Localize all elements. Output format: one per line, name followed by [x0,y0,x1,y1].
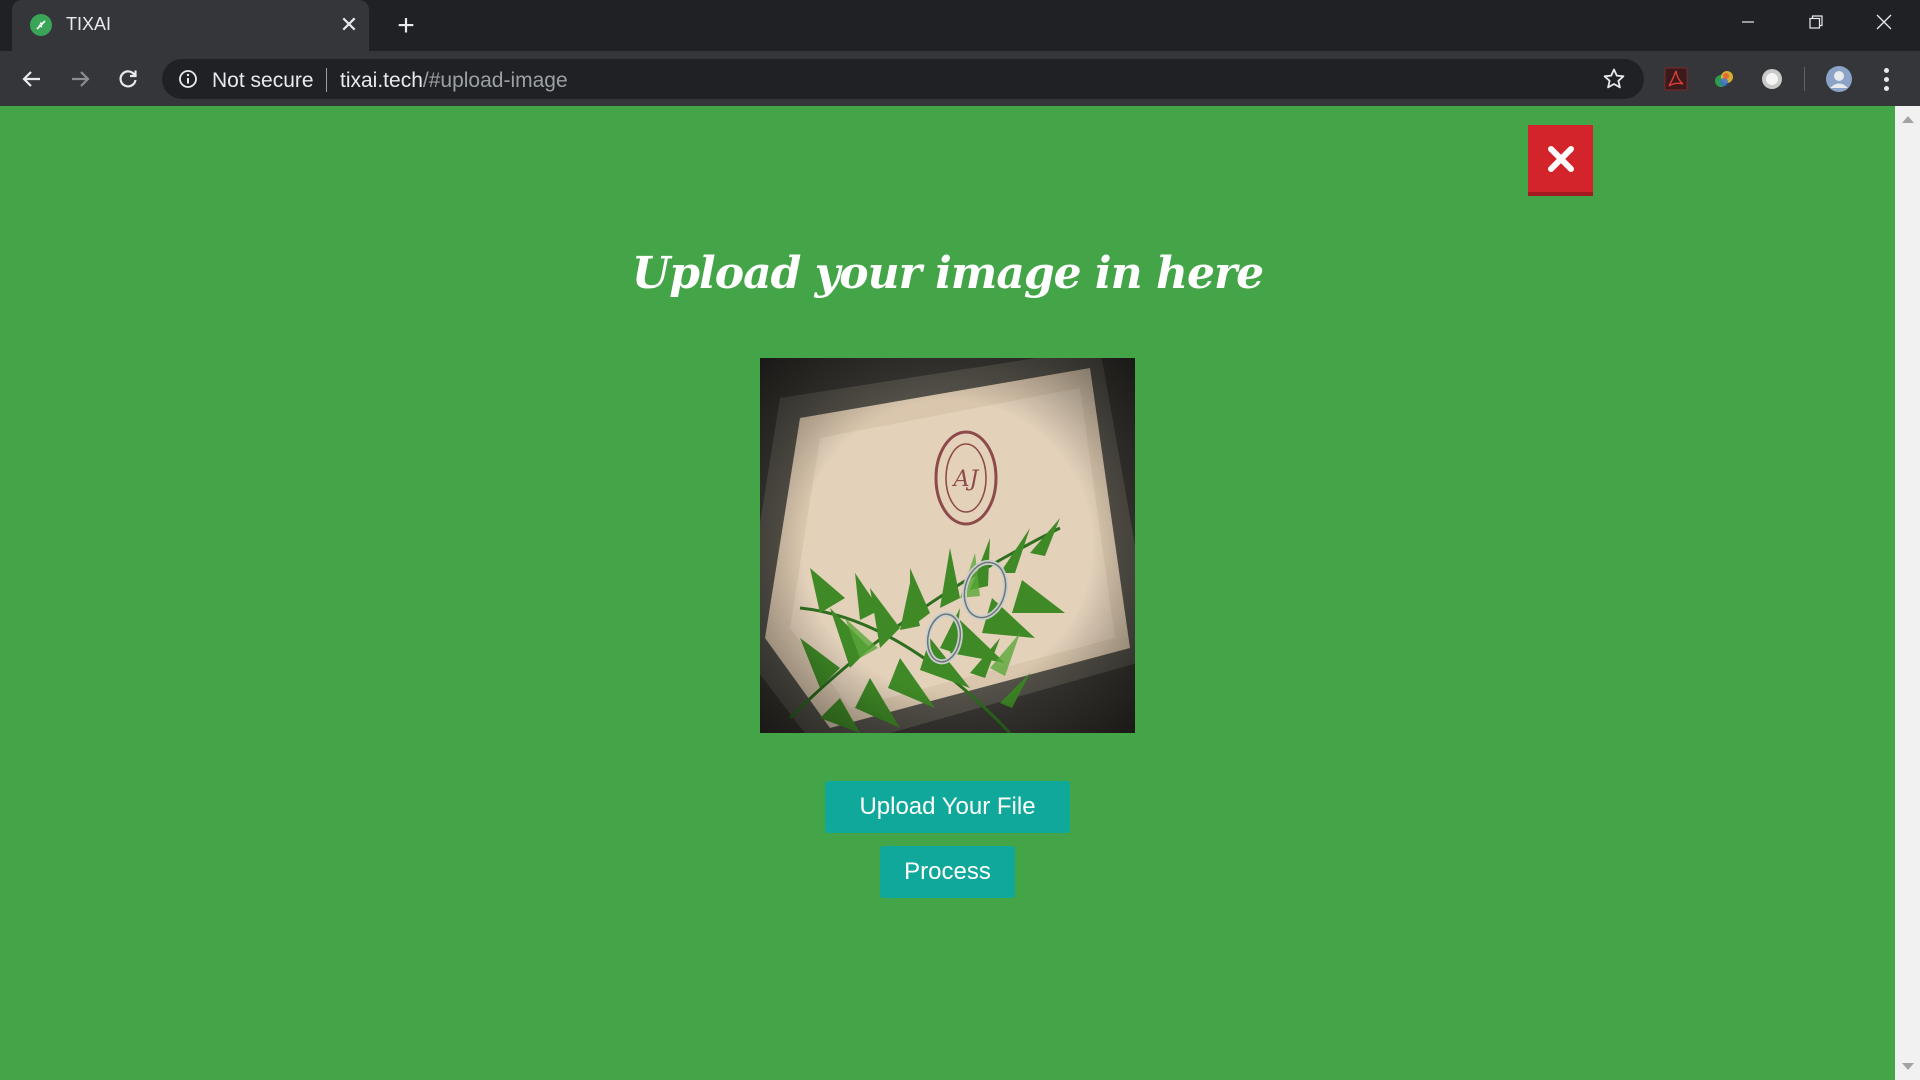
circle-extension-icon[interactable] [1758,65,1786,93]
uploaded-image-preview: AJ [760,358,1135,733]
minimize-window-icon[interactable] [1714,0,1782,44]
back-arrow-icon[interactable] [16,63,48,95]
url-text[interactable]: tixai.tech/#upload-image [340,69,568,93]
tab-strip: TIXAI ✕ + [0,0,1920,51]
bookmark-star-icon[interactable] [1602,67,1626,91]
browser-tab[interactable]: TIXAI ✕ [12,0,369,51]
process-button[interactable]: Process [880,846,1015,898]
scroll-down-arrow-icon[interactable] [1902,1063,1914,1070]
url-path: /#upload-image [422,69,568,92]
address-bar[interactable]: Not secure tixai.tech/#upload-image [162,59,1644,99]
browser-toolbar: Not secure tixai.tech/#upload-image [0,51,1920,106]
tab-close-icon[interactable]: ✕ [336,12,362,38]
page-title: Upload your image in here [631,248,1264,299]
forward-arrow-icon[interactable] [64,63,96,95]
url-host: tixai.tech [340,69,423,92]
toolbar-divider [1804,67,1805,91]
omnibox-divider [326,68,327,92]
restore-window-icon[interactable] [1782,0,1850,44]
reload-icon[interactable] [112,63,144,95]
close-window-icon[interactable] [1850,0,1918,44]
info-icon[interactable] [178,69,198,89]
vertical-scrollbar[interactable] [1895,106,1920,1080]
security-status-label[interactable]: Not secure [212,69,314,93]
page-viewport: Upload your image in here AJ [0,106,1895,1080]
scroll-up-arrow-icon[interactable] [1902,116,1914,123]
tab-title: TIXAI [66,14,112,34]
new-tab-button[interactable]: + [390,10,422,42]
site-favicon-icon [30,14,52,36]
color-extension-icon[interactable] [1710,65,1738,93]
upload-file-button[interactable]: Upload Your File [825,781,1070,833]
pdf-extension-icon[interactable] [1662,65,1690,93]
more-menu-icon[interactable] [1872,65,1900,93]
close-x-icon[interactable] [1528,125,1593,196]
profile-avatar-icon[interactable] [1825,65,1853,93]
